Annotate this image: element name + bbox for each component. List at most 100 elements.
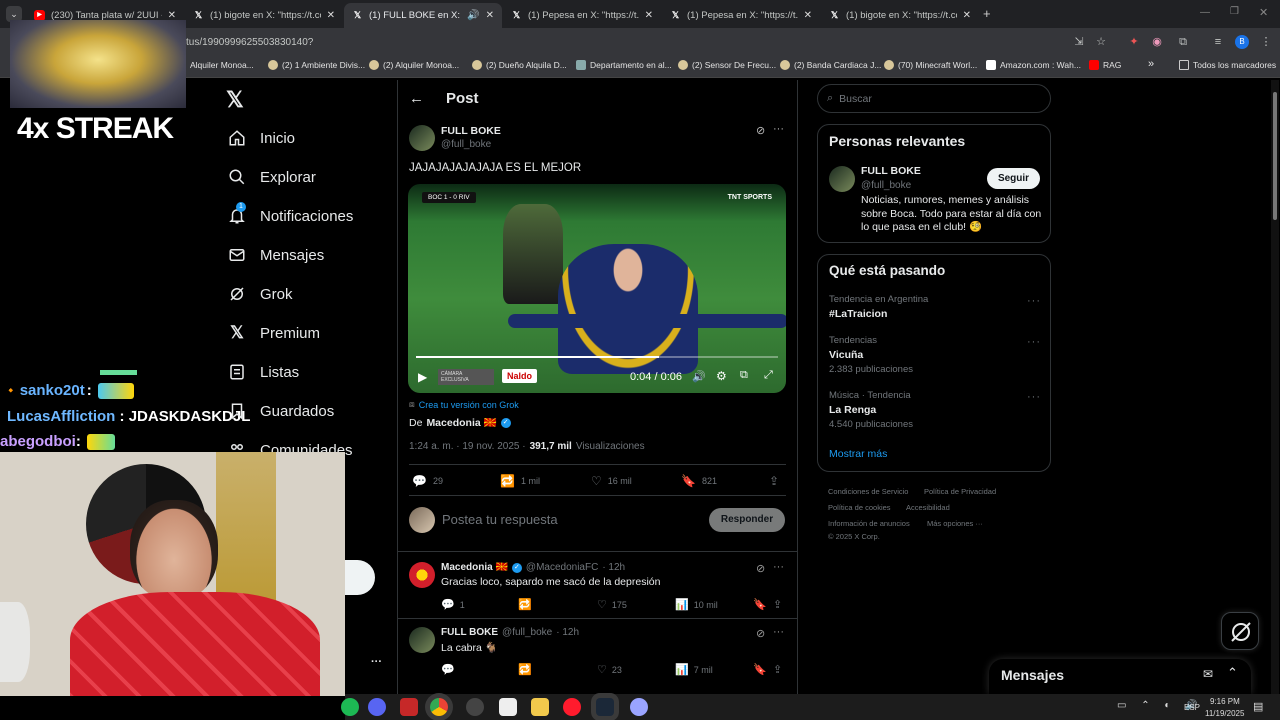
discord-icon[interactable]: [368, 698, 386, 716]
tab-x-fullboke[interactable]: 𝕏 (1) FULL BOKE en X: "JAJAJ 🔊 ✕: [344, 3, 502, 28]
close-icon[interactable]: ✕: [645, 10, 653, 21]
relevant-name[interactable]: FULL BOKE: [861, 165, 921, 177]
scrollbar[interactable]: [1271, 80, 1279, 694]
grok-icon[interactable]: ⊘: [756, 627, 765, 640]
chrome-icon[interactable]: [430, 698, 448, 716]
bookmark-button[interactable]: 🔖: [753, 598, 767, 611]
repost-button[interactable]: 🔁 1 mil: [500, 474, 540, 488]
spotify-icon[interactable]: [341, 698, 359, 716]
clock-date[interactable]: 11/19/2025: [1205, 709, 1244, 718]
nav-item-notificaciones[interactable]: 1 Notificaciones: [228, 202, 353, 225]
views-button[interactable]: 📊 7 mil: [675, 663, 713, 676]
close-icon[interactable]: ✕: [804, 10, 812, 21]
footer-link[interactable]: Condiciones de Servicio: [828, 487, 908, 496]
bookmark-item[interactable]: (2) Alquiler Monoa...: [369, 60, 459, 70]
close-icon[interactable]: ✕: [327, 10, 335, 21]
chevron-up-icon[interactable]: ⌃: [1227, 665, 1238, 681]
reply-button[interactable]: 💬 29: [412, 474, 443, 488]
bookmark-item[interactable]: Departamento en al...: [576, 60, 672, 70]
obs-icon[interactable]: [466, 698, 484, 716]
post-button[interactable]: [345, 560, 375, 595]
menu-icon[interactable]: ⋮: [1259, 35, 1273, 49]
nav-item-grok[interactable]: Grok: [228, 285, 293, 303]
like-button[interactable]: ♡ 16 mil: [591, 474, 632, 488]
x-logo[interactable]: 𝕏: [226, 87, 244, 113]
post-author-handle[interactable]: @full_boke: [441, 139, 491, 150]
opera-icon[interactable]: [563, 698, 581, 716]
more-options-icon[interactable]: ···: [773, 123, 784, 135]
avatar[interactable]: [409, 125, 435, 151]
from-account-link[interactable]: Macedonia 🇲🇰: [426, 416, 496, 429]
extension-color-icon[interactable]: ◉: [1150, 35, 1164, 49]
grok-icon[interactable]: ⊘: [756, 562, 765, 575]
nav-item-explorar[interactable]: Explorar: [228, 168, 316, 186]
trend-item[interactable]: Música · Tendencia La Renga 4.540 public…: [829, 390, 1039, 430]
bookmark-button[interactable]: 🔖 821: [681, 474, 717, 488]
grok-icon[interactable]: ⊘: [756, 124, 765, 137]
repost-button[interactable]: 🔁: [518, 598, 532, 611]
language-indicator[interactable]: ESP: [1184, 703, 1200, 712]
bookmark-item[interactable]: (2) 1 Ambiente Divis...: [268, 60, 365, 70]
close-icon[interactable]: ✕: [486, 10, 494, 21]
clock-time[interactable]: 9:16 PM: [1210, 697, 1240, 706]
bookmark-item[interactable]: Amazon.com : Wah...: [986, 60, 1081, 70]
footer-link[interactable]: Política de cookies: [828, 503, 891, 512]
tab-x-pepesa-2[interactable]: 𝕏 (1) Pepesa en X: "https://t.co/jih ✕: [662, 3, 820, 28]
pip-icon[interactable]: ⧉: [740, 369, 748, 382]
grok-create-link[interactable]: ⧈ Crea tu versión con Grok: [409, 399, 519, 410]
avatar[interactable]: [409, 562, 435, 588]
tab-x-pepesa-1[interactable]: 𝕏 (1) Pepesa en X: "https://t.co/hz ✕: [503, 3, 661, 28]
settings-icon[interactable]: ⚙: [716, 369, 727, 383]
bookmark-item[interactable]: RAG: [1089, 60, 1121, 70]
url-field[interactable]: tus/1990999625503830140?: [186, 37, 313, 48]
notifications-icon[interactable]: ▤: [1253, 700, 1263, 713]
fullscreen-icon[interactable]: ⤢: [764, 369, 773, 382]
tab-x-bigote-2[interactable]: 𝕏 (1) bigote en X: "https://t.co/Qz ✕: [821, 3, 979, 28]
follow-button[interactable]: Seguir: [987, 168, 1040, 189]
video-progress-fill[interactable]: [416, 356, 659, 358]
account-more-button[interactable]: ···: [371, 656, 382, 668]
tab-x-bigote[interactable]: 𝕏 (1) bigote en X: "https://t.co/or ✕: [185, 3, 343, 28]
more-options-icon[interactable]: ···: [773, 626, 784, 638]
trend-item[interactable]: Tendencia en Argentina #LaTraicion: [829, 294, 1039, 320]
repost-button[interactable]: 🔁: [518, 663, 532, 676]
more-options-icon[interactable]: ···: [773, 561, 784, 573]
bookmark-item[interactable]: (2) Sensor De Frecu...: [678, 60, 776, 70]
media-icon[interactable]: ≡: [1211, 35, 1225, 49]
footer-link[interactable]: Accesibilidad: [906, 503, 950, 512]
reply-submit-button[interactable]: Responder: [709, 508, 785, 532]
trend-item[interactable]: Tendencias Vicuña 2.383 publicaciones: [829, 335, 1039, 375]
new-message-icon[interactable]: ✉: [1203, 667, 1213, 681]
all-bookmarks-button[interactable]: Todos los marcadores: [1179, 60, 1276, 70]
relevant-handle[interactable]: @full_boke: [861, 180, 911, 191]
reply-button[interactable]: 💬: [441, 663, 455, 676]
footer-link[interactable]: Información de anuncios: [828, 519, 910, 528]
bookmark-item[interactable]: Alquiler Monoa...: [190, 60, 254, 70]
bookmarks-more-button[interactable]: »: [1148, 58, 1154, 70]
bookmark-button[interactable]: 🔖: [753, 663, 767, 676]
views-button[interactable]: 📊 10 mil: [675, 598, 718, 611]
messages-drawer[interactable]: Mensajes ✉ ⌃: [989, 659, 1251, 694]
like-button[interactable]: ♡ 175: [597, 598, 627, 611]
new-tab-button[interactable]: +: [983, 6, 991, 21]
extension-red-icon[interactable]: ✦: [1127, 35, 1141, 49]
close-window-button[interactable]: ✕: [1259, 6, 1268, 19]
avatar[interactable]: [829, 166, 855, 192]
more-options-icon[interactable]: ···: [1027, 295, 1041, 307]
bookmark-item[interactable]: (2) Banda Cardiaca J...: [780, 60, 881, 70]
folder-icon[interactable]: [531, 698, 549, 716]
audio-icon[interactable]: 🔊: [467, 10, 479, 21]
footer-link[interactable]: Más opciones ···: [927, 519, 983, 528]
restore-button[interactable]: ❐: [1230, 6, 1239, 17]
puzzle-icon[interactable]: ⧉: [1176, 35, 1190, 49]
show-more-link[interactable]: Mostrar más: [829, 448, 887, 460]
nav-item-guardados[interactable]: Guardados: [228, 402, 334, 420]
nav-item-inicio[interactable]: Inicio: [228, 129, 295, 147]
close-icon[interactable]: ✕: [963, 10, 971, 21]
more-options-icon[interactable]: ···: [1027, 336, 1041, 348]
nav-item-premium[interactable]: 𝕏 Premium: [228, 323, 320, 342]
video-player[interactable]: BOC 1 - 0 RIV TNT SPORTS CÁMARA EXCLUSIV…: [408, 184, 786, 393]
share-button[interactable]: ⇪: [769, 474, 779, 488]
share-button[interactable]: ⇪: [773, 598, 782, 611]
bookmark-item[interactable]: (70) Minecraft Worl...: [884, 60, 977, 70]
